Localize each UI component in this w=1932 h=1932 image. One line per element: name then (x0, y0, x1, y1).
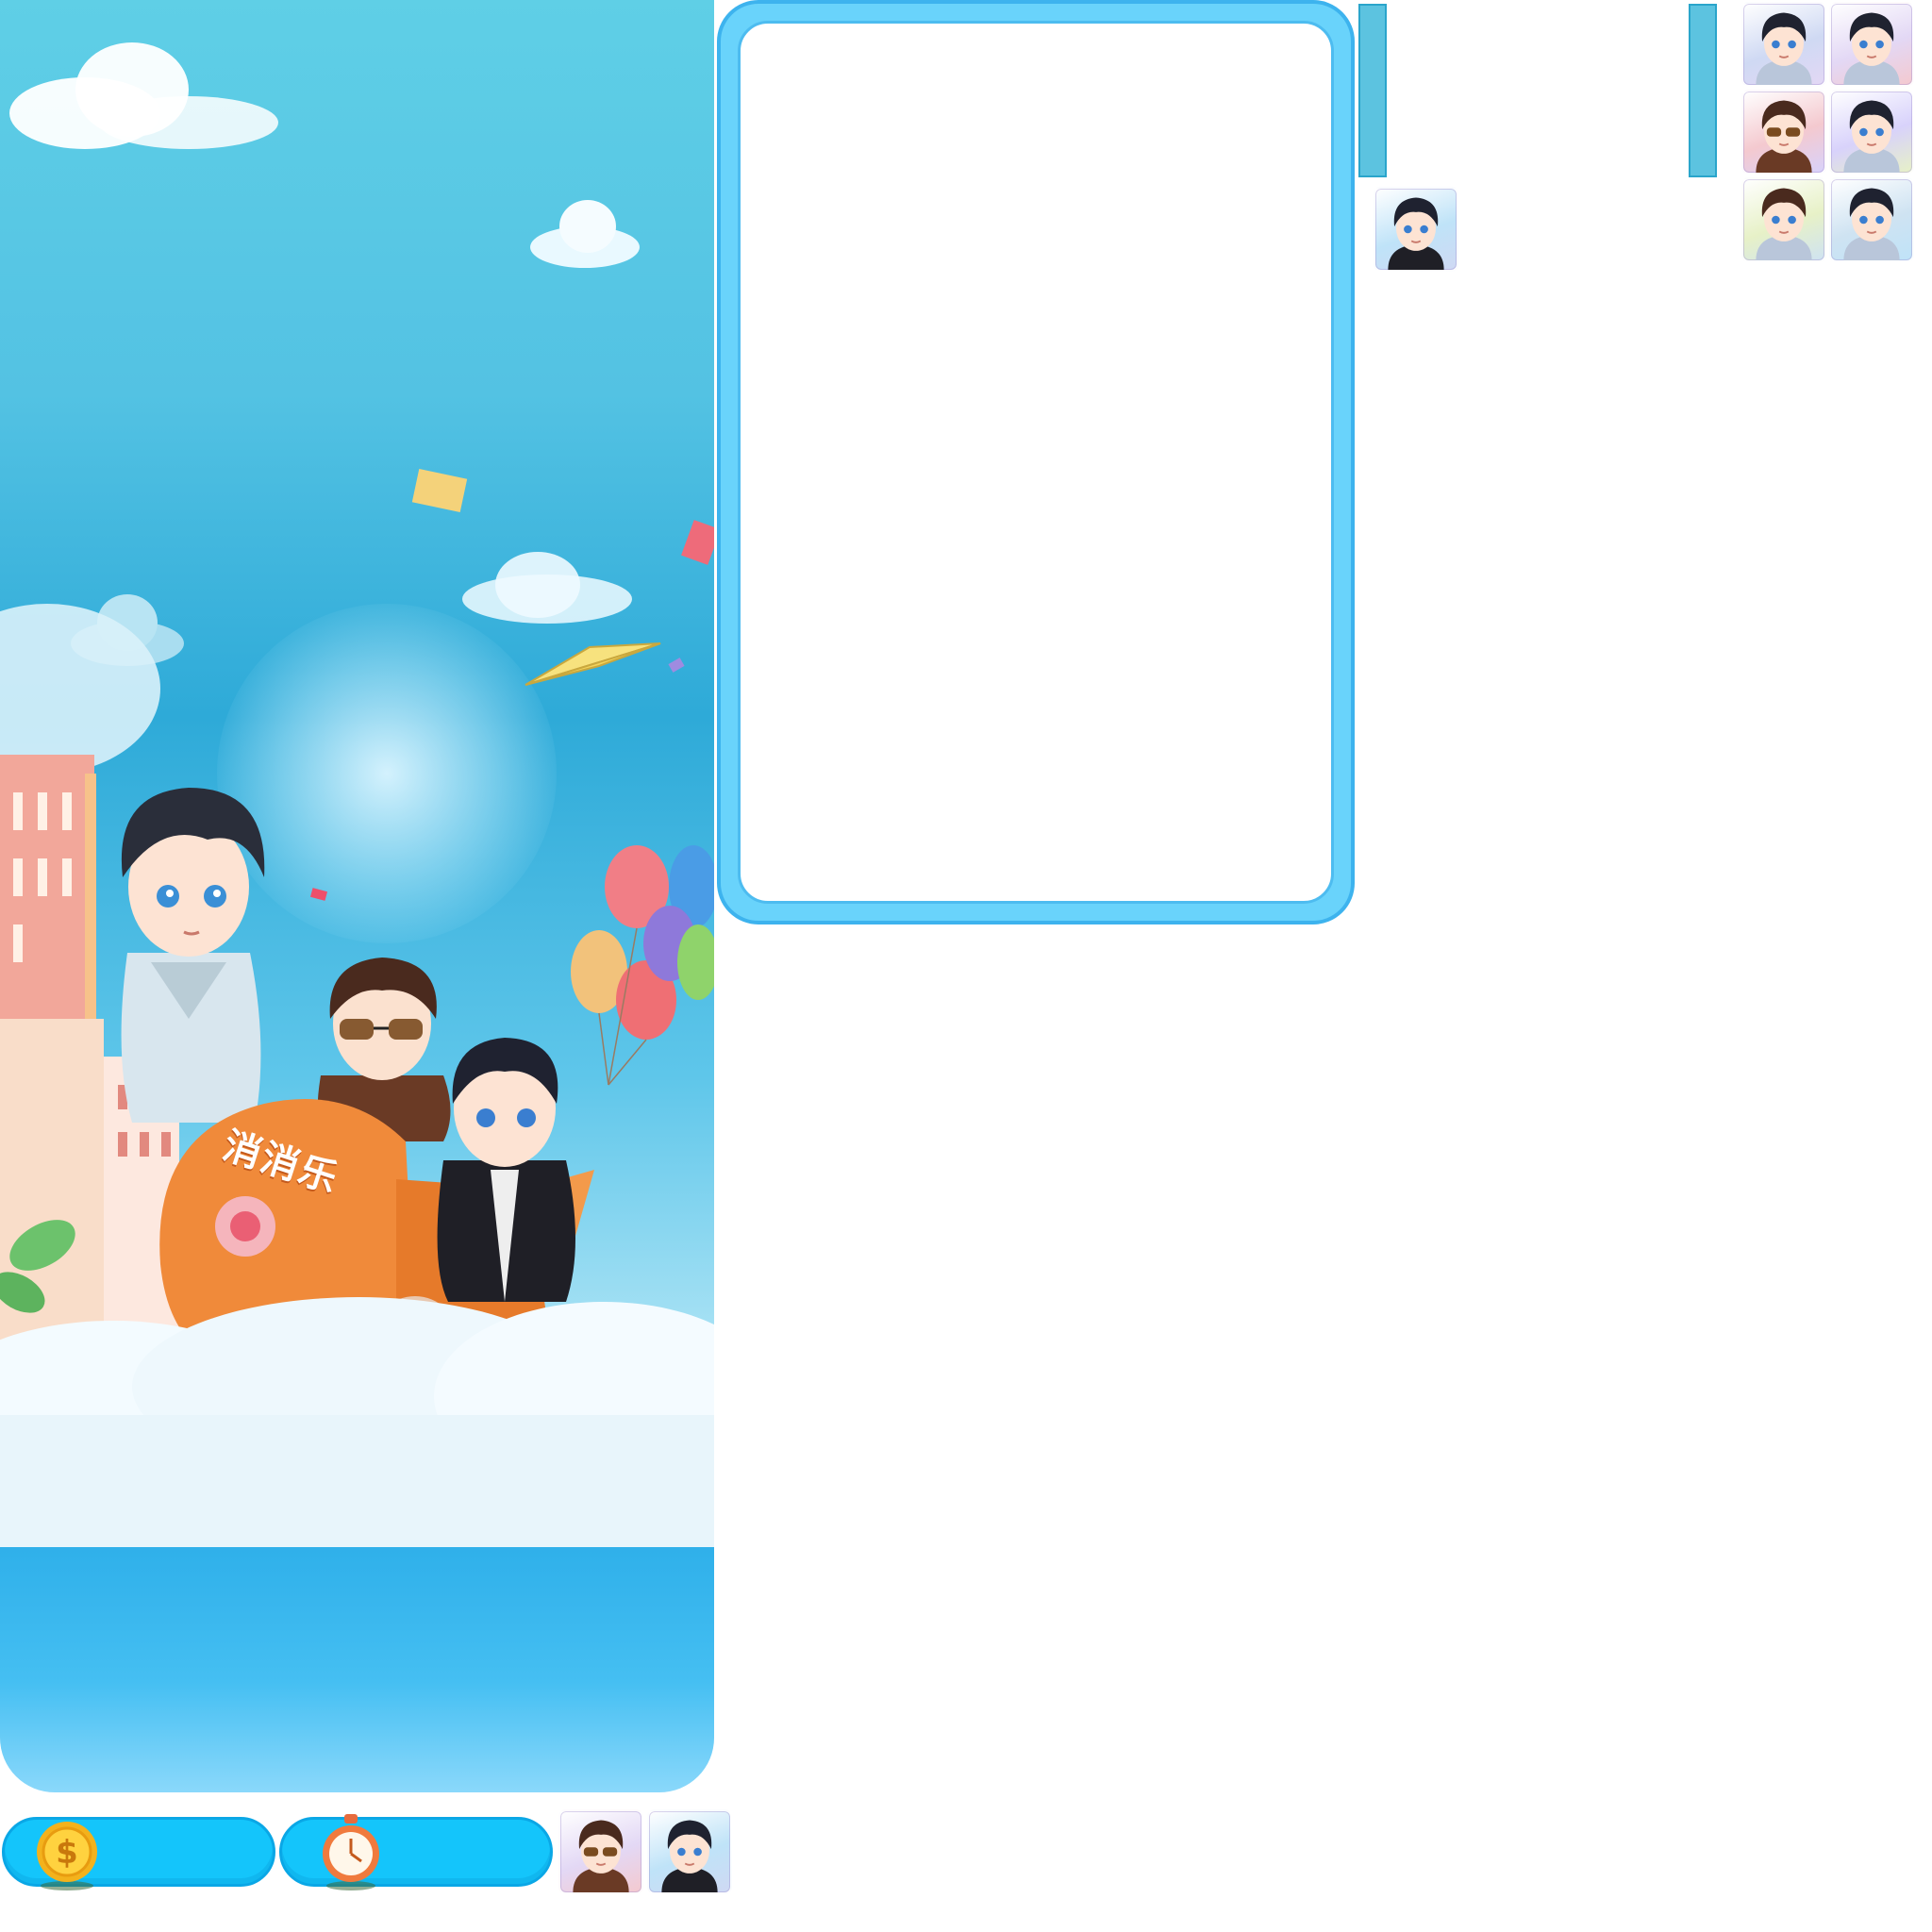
tile-char-black-hair-peace-sign-2[interactable] (1829, 177, 1914, 262)
stopwatch-icon (323, 1814, 379, 1890)
svg-text:$: $ (56, 1834, 78, 1872)
cloud-icon (9, 42, 278, 149)
game-board[interactable] (717, 0, 1355, 924)
tile-char-black-hair-peace-sign[interactable] (1741, 2, 1826, 87)
character-black-jacket (437, 1038, 575, 1302)
cloud-icon (462, 552, 632, 624)
tile-char-black-hair-side-part[interactable] (1829, 2, 1914, 87)
dollar-coin-icon: $ (37, 1822, 97, 1890)
timer-counter (279, 1814, 553, 1890)
cloud-bank (0, 1297, 714, 1566)
bottom-panel (0, 1547, 714, 1792)
tile-char-sunglasses-brown-jacket[interactable] (1741, 90, 1826, 175)
cloud-icon (530, 200, 640, 268)
tile-char-black-hair-black-jacket[interactable] (647, 1809, 732, 1894)
background-illustration: 消消乐 (0, 0, 714, 1792)
tile-char-sunglasses-brown-jacket[interactable] (558, 1809, 643, 1894)
progress-bar-left (1358, 4, 1387, 177)
confetti (681, 520, 714, 565)
coin-counter: $ (2, 1817, 275, 1890)
confetti (411, 468, 468, 513)
paper-plane-icon (525, 642, 661, 686)
confetti (668, 658, 685, 673)
tile-char-black-hair-light-shirt[interactable] (1829, 90, 1914, 175)
tile-char-brown-hair-smile[interactable] (1741, 177, 1826, 262)
tile-char-black-hair-black-jacket[interactable] (1374, 187, 1458, 272)
progress-bar-right (1689, 4, 1717, 177)
game-board-inner[interactable] (738, 21, 1334, 904)
